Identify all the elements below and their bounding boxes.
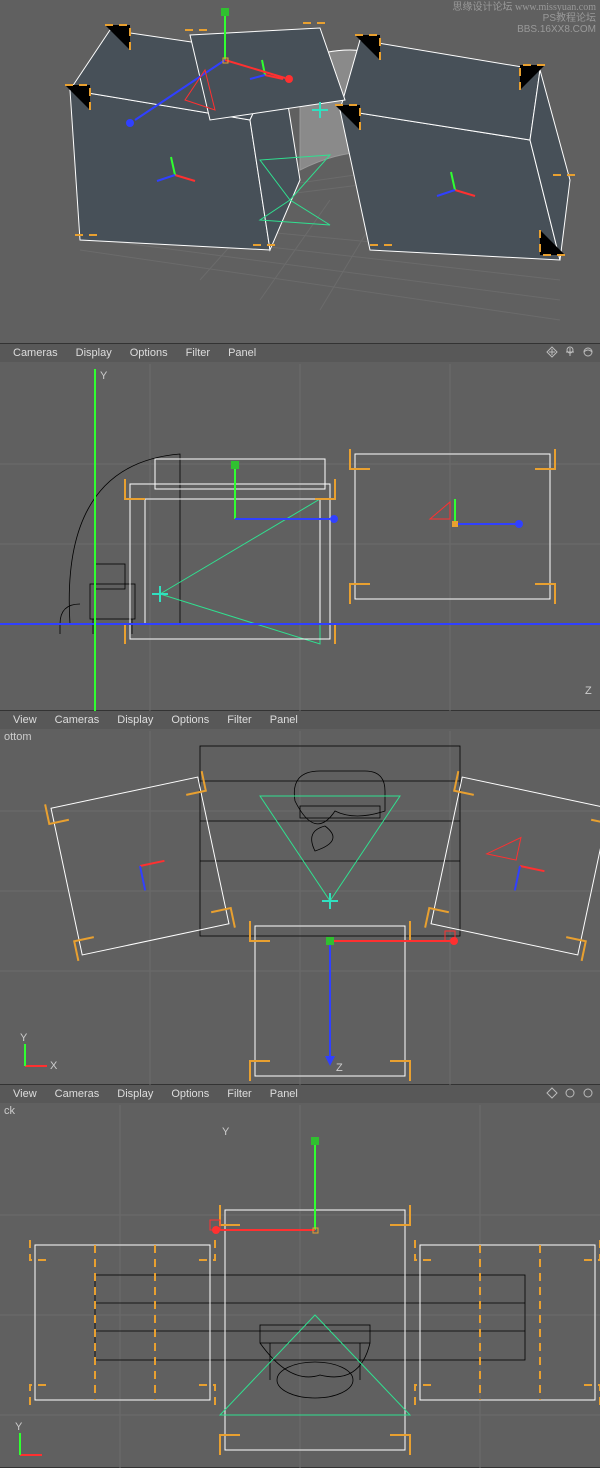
axis-x-label: X <box>50 1060 58 1072</box>
menu-filter[interactable]: Filter <box>218 714 260 726</box>
viewport-back[interactable]: View Cameras Display Options Filter Pane… <box>0 1085 600 1468</box>
box-center[interactable] <box>225 1210 405 1450</box>
menubar[interactable]: Cameras Display Options Filter Panel <box>0 344 600 362</box>
menu-display[interactable]: Display <box>108 714 162 726</box>
axis-y-label: Y <box>100 370 108 382</box>
menu-options[interactable]: Options <box>121 347 177 359</box>
watermark-2: PS教程论坛 <box>543 13 596 24</box>
menu-panel[interactable]: Panel <box>219 347 265 359</box>
menu-display[interactable]: Display <box>108 1088 162 1100</box>
watermark: 思缘设计论坛 www.missyuan.com PS教程论坛 BBS.16XX8… <box>452 2 596 35</box>
menu-filter[interactable]: Filter <box>177 347 219 359</box>
side-scene[interactable]: Y Z <box>0 344 600 711</box>
view-label: ottom <box>4 731 32 743</box>
grid <box>0 364 600 711</box>
cube-right[interactable] <box>335 35 575 260</box>
menubar[interactable]: View Cameras Display Options Filter Pane… <box>0 711 600 729</box>
mini-y: Y <box>15 1421 23 1433</box>
menu-display[interactable]: Display <box>67 347 121 359</box>
orbit-icon[interactable] <box>582 1087 594 1099</box>
box-right[interactable] <box>420 1245 595 1400</box>
menu-options[interactable]: Options <box>162 1088 218 1100</box>
axis-y-label: Y <box>222 1126 230 1138</box>
menubar[interactable]: View Cameras Display Options Filter Pane… <box>0 1085 600 1103</box>
watermark-1: 思缘设计论坛 www.missyuan.com <box>452 2 596 13</box>
perspective-scene[interactable] <box>0 0 600 344</box>
camera <box>160 499 320 644</box>
menu-options[interactable]: Options <box>162 714 218 726</box>
menu-view[interactable]: View <box>4 714 46 726</box>
axis-z-label: Z <box>585 685 592 697</box>
menu-filter[interactable]: Filter <box>218 1088 260 1100</box>
view-icons[interactable] <box>546 346 594 358</box>
menu-cameras[interactable]: Cameras <box>46 714 109 726</box>
box-right[interactable] <box>425 771 600 961</box>
menu-panel[interactable]: Panel <box>261 714 307 726</box>
move-icon[interactable] <box>546 1087 558 1099</box>
menu-cameras[interactable]: Cameras <box>46 1088 109 1100</box>
move-icon[interactable] <box>546 346 558 358</box>
orbit-icon[interactable] <box>582 346 594 358</box>
back-scene[interactable]: Y Y <box>0 1085 600 1468</box>
zoom-icon[interactable] <box>564 346 576 358</box>
axis-y-label: Y <box>20 1032 28 1044</box>
piano <box>260 1325 370 1398</box>
view-label: ck <box>4 1105 15 1117</box>
viewport-perspective[interactable]: 思缘设计论坛 www.missyuan.com PS教程论坛 BBS.16XX8… <box>0 0 600 344</box>
watermark-3: BBS.16XX8.COM <box>517 24 596 35</box>
box-left[interactable] <box>35 1245 210 1400</box>
viewport-bottom[interactable]: View Cameras Display Options Filter Pane… <box>0 711 600 1085</box>
axis-z-label: Z <box>336 1062 343 1074</box>
zoom-icon[interactable] <box>564 1087 576 1099</box>
menu-panel[interactable]: Panel <box>261 1088 307 1100</box>
box-left[interactable] <box>45 771 235 961</box>
menu-cameras[interactable]: Cameras <box>4 347 67 359</box>
viewport-side[interactable]: Cameras Display Options Filter Panel <box>0 344 600 711</box>
menu-view[interactable]: View <box>4 1088 46 1100</box>
bottom-scene[interactable]: X Y Z <box>0 711 600 1085</box>
